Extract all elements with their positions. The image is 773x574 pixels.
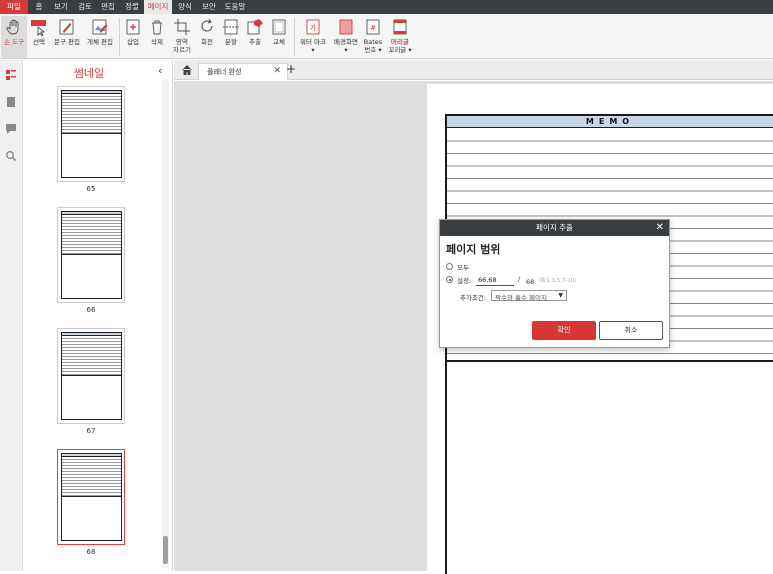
extra-condition-select[interactable]: 짝수와 홀수 페이지 ▼ (491, 290, 567, 302)
hand-icon (6, 19, 19, 35)
radio-all[interactable] (446, 263, 453, 270)
document-tab[interactable]: 플래너 완성 ✕ (198, 63, 288, 80)
svg-text:가: 가 (310, 23, 317, 32)
menu-security[interactable]: 보안 (200, 0, 218, 14)
collapse-panel-icon[interactable]: ‹ (158, 65, 168, 77)
menu-help[interactable]: 도움말 (222, 0, 248, 14)
extract-pages-dialog: 페이지 추출 ✕ 페이지 범위 모두 설정: / 68 예(1,3,5,7-10… (439, 219, 670, 348)
new-tab-icon[interactable]: + (286, 62, 296, 76)
thumbnail-page-number: 66 (86, 306, 96, 314)
extra-condition-value: 짝수와 홀수 페이지 (495, 294, 547, 302)
object-edit-button[interactable]: 개체 편집 (84, 16, 116, 58)
memo-title: MEMO (447, 116, 773, 128)
thumbnail-panel-title: 썸네일 (73, 67, 105, 80)
thumbnail-page-number: 65 (86, 185, 96, 193)
insert-button[interactable]: 삽입 (122, 16, 144, 58)
ok-button[interactable]: 확인 (532, 321, 596, 340)
header-footer-icon (393, 19, 407, 35)
delete-button[interactable]: 삭제 (146, 16, 168, 58)
radio-custom-label: 설정: (457, 277, 472, 285)
trash-icon (152, 20, 162, 35)
close-tab-icon[interactable]: ✕ (273, 66, 281, 76)
background-button[interactable]: 배경화면 ▾ (331, 16, 361, 58)
total-pages: 68 (526, 278, 535, 286)
menu-review[interactable]: 검토 (76, 0, 94, 14)
ribbon-separator (119, 18, 120, 56)
thumbnail-scrollbar[interactable] (162, 80, 169, 568)
menu-home[interactable]: 홈 (32, 0, 46, 14)
menu-file[interactable]: 파일 (0, 0, 28, 14)
search-icon[interactable] (6, 151, 16, 161)
bates-number-button[interactable]: # Bates 번호 ▾ (362, 16, 384, 58)
text-edit-button[interactable]: 문구 편집 (52, 16, 82, 58)
menu-edit[interactable]: 편집 (99, 0, 117, 14)
chevron-down-icon: ▼ (558, 292, 563, 299)
thumbnails-icon[interactable] (6, 70, 16, 80)
bates-icon: # (366, 19, 380, 35)
page-thumbnail[interactable] (57, 207, 125, 303)
home-icon[interactable] (181, 64, 193, 76)
page-thumbnail[interactable] (57, 86, 125, 182)
text-edit-icon (59, 19, 74, 35)
insert-page-icon (126, 19, 140, 35)
range-hint: 예(1,3,5,7-10) (539, 278, 577, 284)
replace-button[interactable]: 교체 (268, 16, 290, 58)
menu-bar: 파일 홈 보기 검토 편집 정렬 페이지 양식 보안 도움말 (0, 0, 773, 14)
thumbnail-panel: 썸네일 ‹ 65 66 67 68 (24, 60, 173, 571)
scrollbar-thumb[interactable] (163, 536, 168, 564)
crop-icon (174, 19, 190, 35)
menu-view[interactable]: 보기 (52, 0, 70, 14)
cancel-button[interactable]: 취소 (599, 321, 663, 340)
extract-icon (247, 19, 263, 35)
extract-button[interactable]: 추출 (244, 16, 266, 58)
select-cursor-icon (31, 20, 46, 36)
dialog-titlebar: 페이지 추출 ✕ (440, 220, 669, 236)
replace-icon (272, 19, 286, 35)
watermark-button[interactable]: 가 워터 마크 ▾ (297, 16, 329, 58)
split-button[interactable]: 분할 (220, 16, 242, 58)
object-edit-icon (92, 19, 108, 35)
side-icon-strip (0, 60, 23, 571)
background-icon (339, 19, 353, 35)
thumbnail-page-number: 67 (86, 427, 96, 435)
memo-divider (447, 360, 773, 362)
watermark-icon: 가 (306, 19, 320, 35)
rotate-icon (201, 18, 213, 32)
rotate-button[interactable]: 회전 (196, 16, 218, 58)
extra-condition-label: 추가조건: (460, 294, 487, 302)
radio-all-label: 모두 (457, 264, 469, 272)
thumbnail-page-number: 68 (86, 548, 96, 556)
hand-tool-button[interactable]: 손 도구 (1, 16, 27, 58)
header-footer-button[interactable]: 머리글 꼬리글 ▾ (386, 16, 414, 58)
radio-custom-range[interactable] (446, 276, 453, 283)
menu-form[interactable]: 양식 (176, 0, 194, 14)
dialog-title: 페이지 추출 (536, 223, 573, 232)
menu-arrange[interactable]: 정렬 (123, 0, 141, 14)
page-range-heading: 페이지 범위 (446, 243, 501, 256)
bookmark-icon[interactable] (6, 97, 16, 107)
close-icon[interactable]: ✕ (656, 221, 664, 234)
comment-icon[interactable] (6, 124, 16, 134)
split-icon (223, 19, 239, 35)
crop-button[interactable]: 영역 자르기 (170, 16, 194, 58)
page-thumbnail[interactable] (57, 328, 125, 424)
select-button[interactable]: 선택 (28, 16, 50, 58)
menu-page[interactable]: 페이지 (144, 0, 172, 14)
document-tab-bar: 플래너 완성 ✕ + (174, 60, 773, 80)
document-tab-label: 플래너 완성 (207, 68, 242, 76)
page-thumbnail-selected[interactable] (57, 449, 125, 545)
ribbon-separator (294, 18, 295, 56)
svg-text:#: # (370, 24, 376, 32)
page-range-input[interactable] (476, 274, 514, 286)
ribbon-toolbar: 손 도구 선택 문구 편집 개체 편집 삽입 삭제 영역 자르기 회전 분할 추출… (0, 14, 773, 59)
range-slash: / (518, 275, 521, 283)
